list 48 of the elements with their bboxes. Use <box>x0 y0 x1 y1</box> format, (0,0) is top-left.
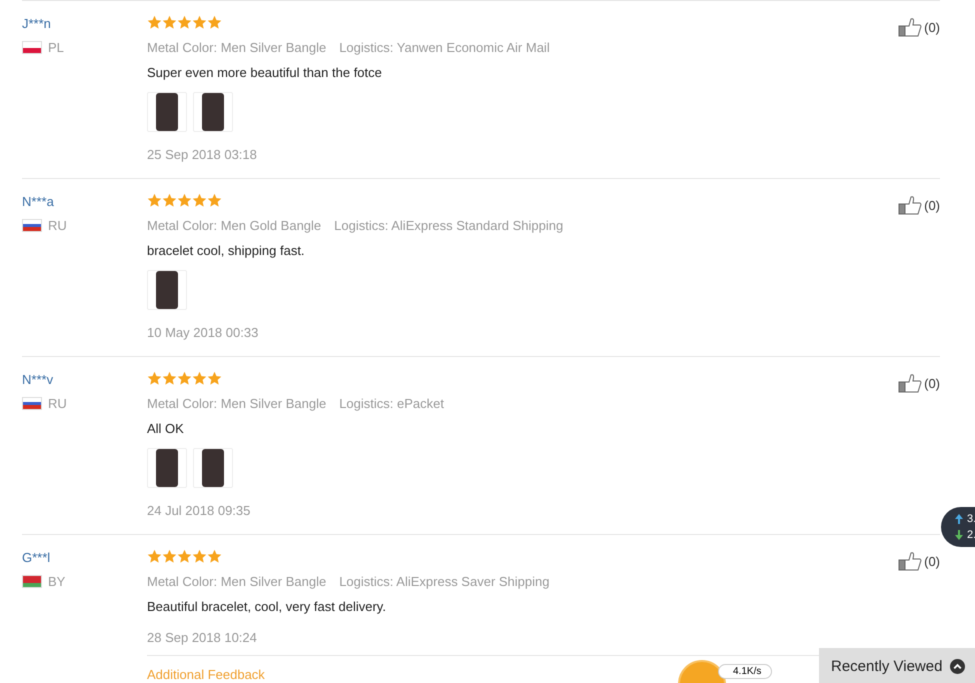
photo-placeholder[interactable] <box>147 448 187 488</box>
flag-icon <box>22 219 42 232</box>
product-attribute: Logistics: AliExpress Saver Shipping <box>339 574 550 590</box>
photo-placeholder[interactable] <box>147 92 187 132</box>
product-attribute: Metal Color: Men Silver Bangle <box>147 574 326 590</box>
speed-reading: 4.1K/s <box>733 666 762 677</box>
thumbs-up-icon[interactable] <box>898 551 922 571</box>
upload-arrow-icon <box>955 514 963 524</box>
like-count: (0) <box>924 554 940 568</box>
upload-speed: 3. <box>967 513 975 525</box>
user-name-link[interactable]: N***v <box>22 371 147 389</box>
product-attribute: Metal Color: Men Gold Bangle <box>147 218 322 234</box>
user-name-link[interactable]: N***a <box>22 193 147 211</box>
review-date: 10 May 2018 00:33 <box>147 325 260 341</box>
thumbs-up-icon[interactable] <box>898 373 922 393</box>
review-text: Super even more beautiful than the fotce <box>147 65 383 81</box>
review-text: bracelet cool, shipping fast. <box>147 243 306 259</box>
product-attribute: Logistics: AliExpress Standard Shipping <box>334 218 564 234</box>
thumbs-up-icon[interactable] <box>898 195 922 215</box>
product-attribute: Metal Color: Men Silver Bangle <box>147 396 326 412</box>
download-arrow-icon <box>955 530 963 540</box>
user-name-link[interactable]: J***n <box>22 15 147 33</box>
flag-icon <box>22 397 42 410</box>
chevron-up-icon <box>950 658 966 674</box>
like-count: (0) <box>924 198 940 212</box>
review-date: 25 Sep 2018 03:18 <box>147 147 258 163</box>
flag-icon <box>22 41 42 54</box>
flag-icon <box>22 575 42 588</box>
photo-placeholder[interactable] <box>193 448 233 488</box>
photo-placeholder[interactable] <box>193 92 233 132</box>
product-attribute: Logistics: ePacket <box>339 396 444 412</box>
country-code: BY <box>48 574 66 589</box>
thumbs-up-icon[interactable] <box>898 17 922 37</box>
user-name-link[interactable]: G***l <box>22 549 147 567</box>
download-speed: 2. <box>967 529 975 541</box>
country-code: RU <box>48 396 67 411</box>
country-code: RU <box>48 218 67 233</box>
like-count: (0) <box>924 376 940 390</box>
photo-placeholder[interactable] <box>147 270 187 310</box>
review-date: 24 Jul 2018 09:35 <box>147 503 252 519</box>
review-text: Beautiful bracelet, cool, very fast delivery. <box>147 599 387 615</box>
like-count: (0) <box>924 20 940 34</box>
recently-viewed-tab[interactable]: Recently Viewed <box>819 648 975 683</box>
country-code: PL <box>48 40 64 55</box>
review-text: All OK <box>147 421 185 437</box>
product-attribute: Metal Color: Men Silver Bangle <box>147 40 326 56</box>
product-attribute: Logistics: Yanwen Economic Air Mail <box>339 40 550 56</box>
review-date: 28 Sep 2018 10:24 <box>147 630 258 646</box>
